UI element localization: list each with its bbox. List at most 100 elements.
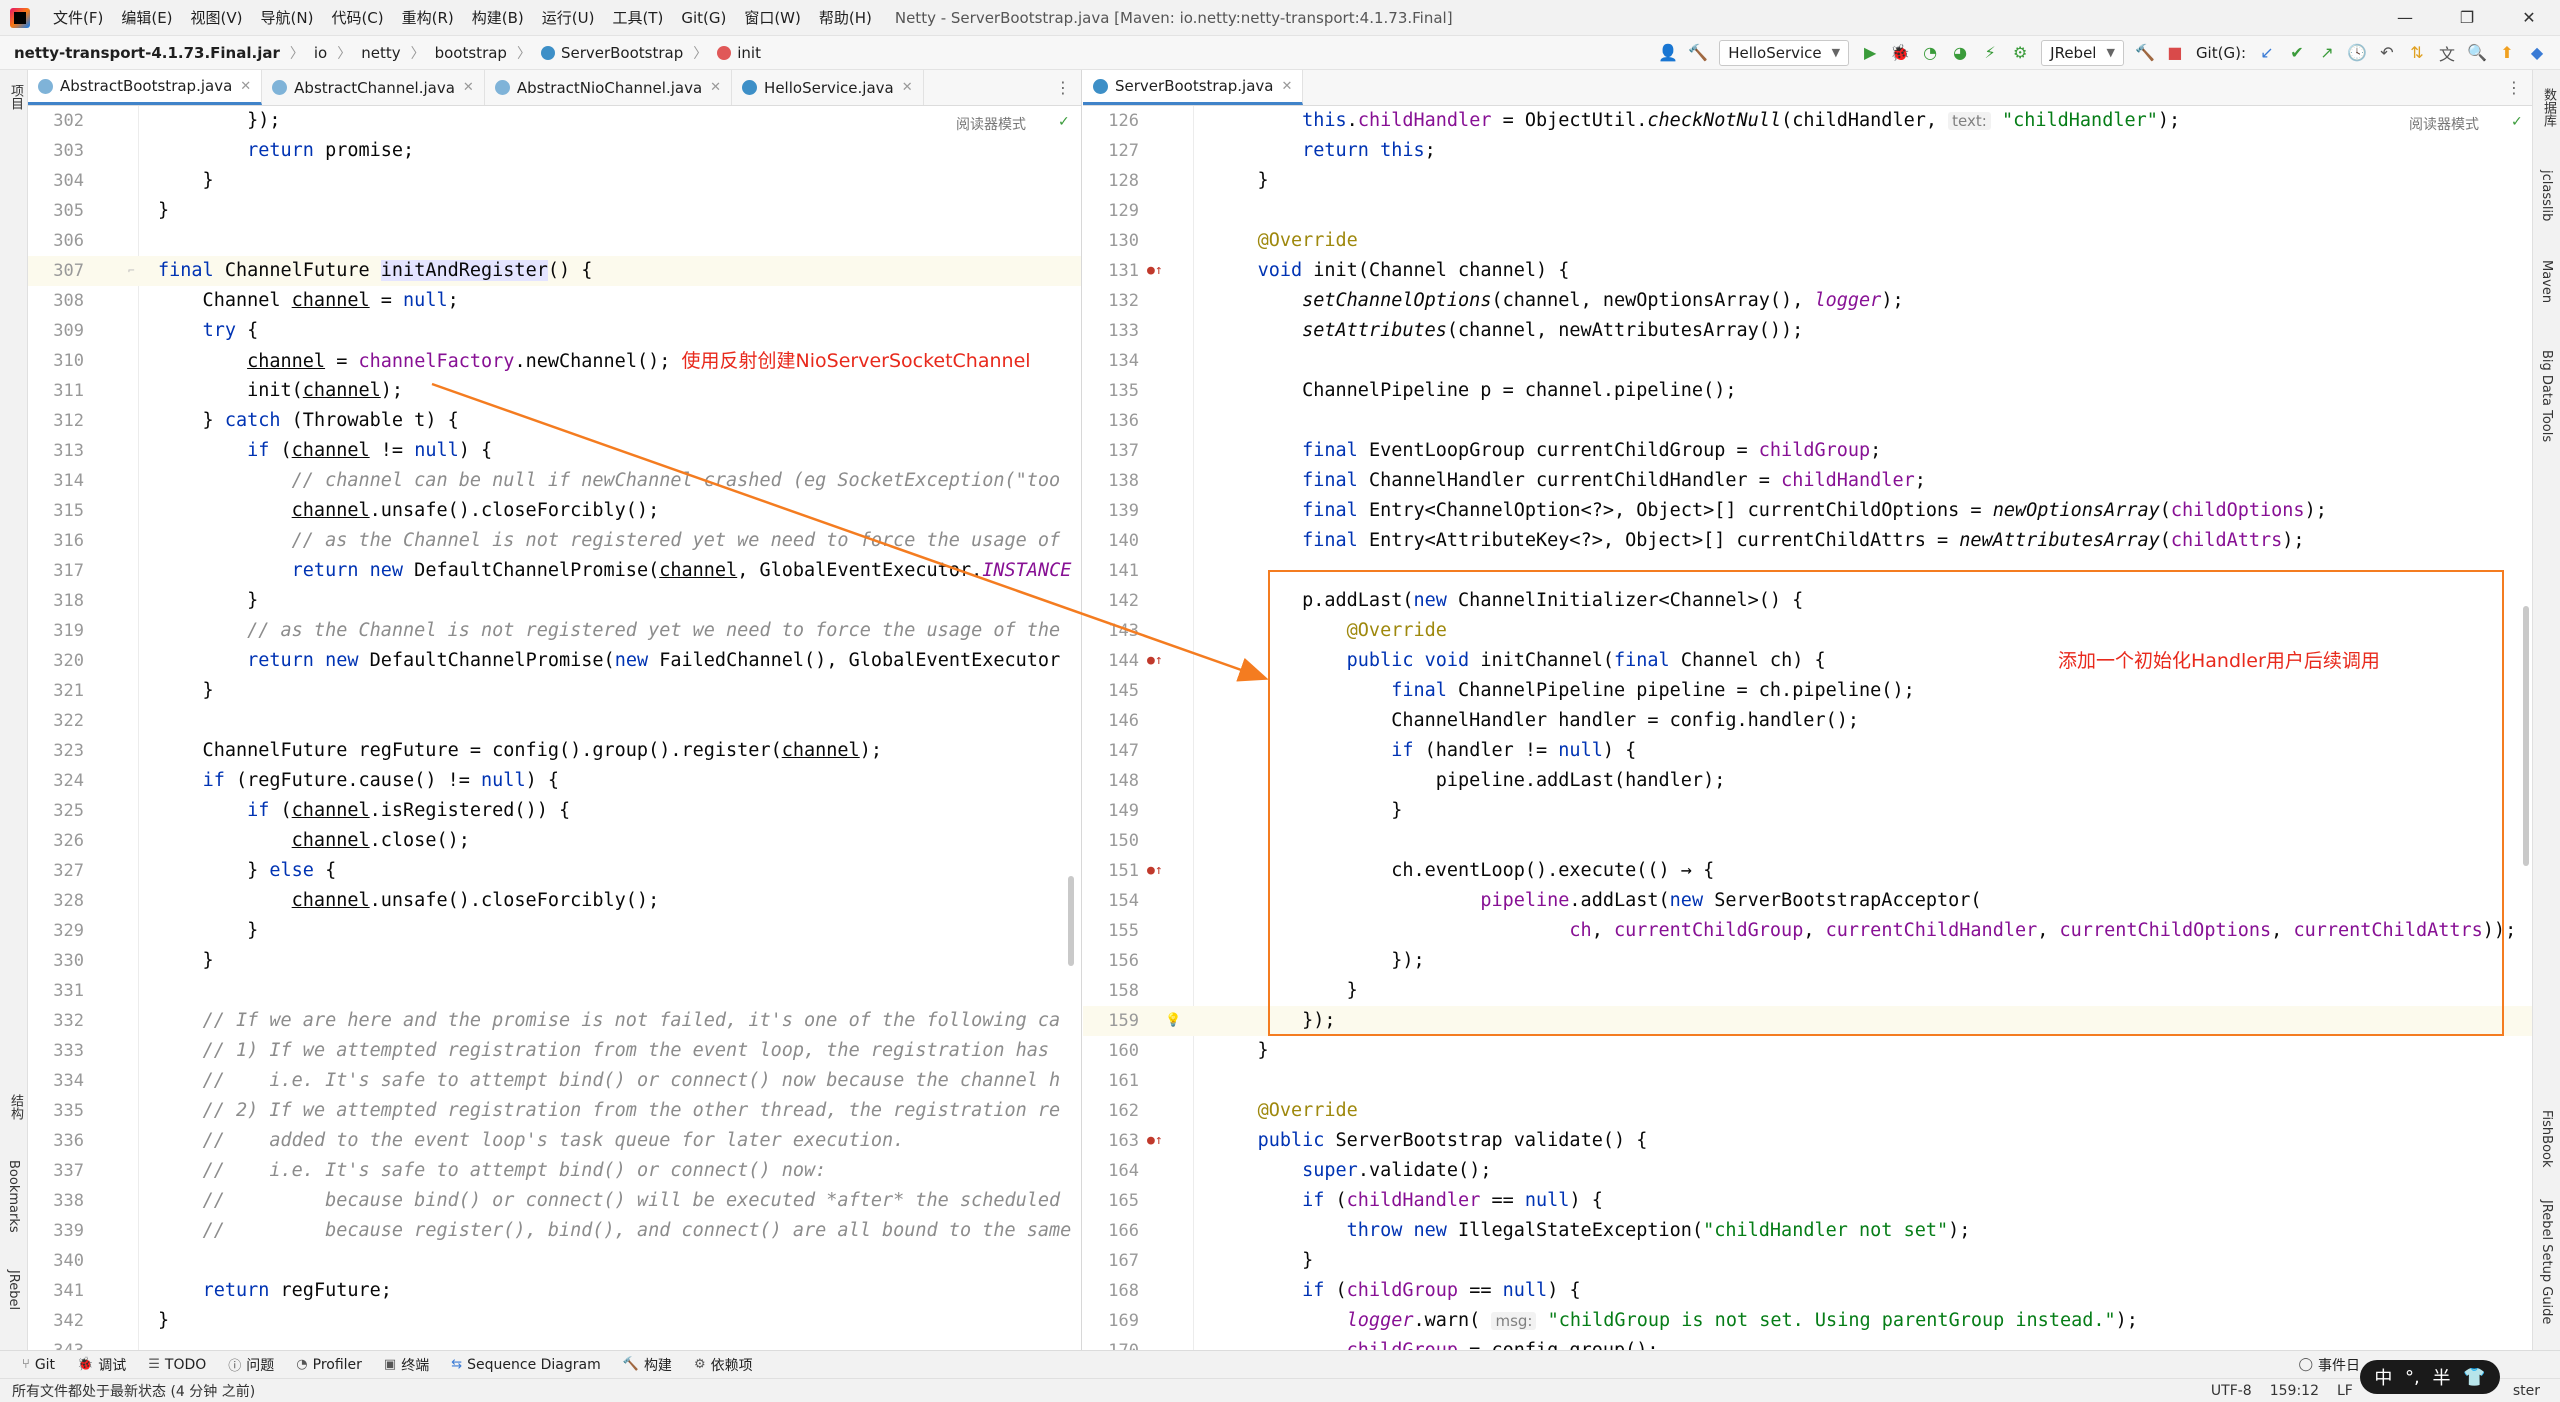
menu-edit[interactable]: 编辑(E) [112,7,181,28]
code-line: 134 [1108,351,1139,371]
right-scrollbar-thumb[interactable] [2523,606,2529,866]
run-config-dropdown[interactable]: HelloService ▼ [1719,39,1850,66]
build-tool-button[interactable]: 🔨 构建 [623,1355,672,1375]
structure-tool-tab[interactable]: 结构 [6,1094,25,1120]
search-icon: ◯ [2298,1357,2313,1372]
breadcrumb-bootstrap[interactable]: bootstrap [435,44,507,62]
more-tabs-icon[interactable]: ⋮ [2506,78,2522,97]
breadcrumb-netty[interactable]: netty [361,44,400,62]
jrebel-run-icon[interactable]: ⚡ [1975,40,2005,66]
line-separator-indicator[interactable]: LF [2337,1383,2353,1399]
restore-button[interactable]: ❐ [2436,0,2498,36]
jclasslib-tool-tab[interactable]: jclasslib [2539,170,2554,221]
git-push-icon[interactable]: ↗ [2312,40,2342,66]
plugin-icon[interactable]: ◆ [2522,40,2552,66]
close-icon[interactable]: ✕ [240,79,251,94]
jrebel-debug-icon[interactable]: ⚙ [2005,40,2035,66]
tab-hello-service[interactable]: HelloService.java ✕ [732,70,924,105]
tab-abstract-nio-channel[interactable]: AbstractNioChannel.java ✕ [485,70,733,105]
code-line: 167 } [1108,1250,1314,1271]
breadcrumb-class[interactable]: ServerBootstrap [540,44,683,62]
menu-view[interactable]: 视图(V) [182,7,252,28]
menu-navigate[interactable]: 导航(N) [252,7,323,28]
search-icon[interactable]: 🔍 [2462,40,2492,66]
code-line: 311 init(channel); [53,380,404,401]
menu-build[interactable]: 构建(B) [463,7,533,28]
history-icon[interactable]: 🕓 [2342,40,2372,66]
breadcrumb-jar[interactable]: netty-transport-4.1.73.Final.jar [14,44,280,62]
override-marker-icon[interactable]: ●↑ [1147,1126,1163,1156]
profiler-tool-button[interactable]: ◔ Profiler [296,1357,362,1373]
git-tool-button[interactable]: ⑂ Git [22,1357,55,1373]
menu-git[interactable]: Git(G) [672,9,735,27]
close-icon[interactable]: ✕ [463,80,474,95]
lightbulb-icon[interactable]: 💡 [1165,1006,1181,1036]
ime-width[interactable]: 半 [2432,1364,2450,1390]
jrebel-setup-guide-tab[interactable]: JRebel Setup Guide [2539,1200,2554,1324]
profile-icon[interactable]: ◕ [1945,40,1975,66]
menu-code[interactable]: 代码(C) [322,7,392,28]
problems-tool-button[interactable]: ⓘ 问题 [228,1355,274,1375]
updates-icon[interactable]: ⬆ [2492,40,2522,66]
jrebel-tool-tab[interactable]: JRebel [6,1270,21,1310]
hammer-disabled-icon[interactable]: 🔨 [2130,40,2160,66]
caret-position[interactable]: 159:12 [2270,1383,2319,1399]
override-marker-icon[interactable]: ●↑ [1147,646,1163,676]
fishbook-tool-tab[interactable]: FishBook [2539,1110,2554,1168]
build-hammer-icon[interactable]: 🔨 [1683,40,1713,66]
stop-icon[interactable]: ■ [2160,40,2190,66]
code-line: 326 channel.close(); [53,830,470,851]
git-commit-icon[interactable]: ✔ [2282,40,2312,66]
tab-label: AbstractBootstrap.java [60,77,233,95]
tab-abstract-bootstrap[interactable]: AbstractBootstrap.java ✕ [28,70,263,105]
vcs-operations-icon[interactable]: ⇅ [2402,40,2432,66]
encoding-indicator[interactable]: UTF-8 [2211,1383,2252,1399]
run-icon[interactable]: ▶ [1855,40,1885,66]
maven-tool-tab[interactable]: Maven [2539,260,2554,303]
tab-server-bootstrap[interactable]: ServerBootstrap.java ✕ [1083,70,1304,105]
database-tool-tab[interactable]: 数据库 [2539,88,2558,127]
close-window-button[interactable]: ✕ [2498,0,2560,36]
minimize-button[interactable]: — [2374,0,2436,36]
close-icon[interactable]: ✕ [902,80,913,95]
close-icon[interactable]: ✕ [1282,79,1293,94]
left-scrollbar-thumb[interactable] [1068,876,1074,966]
menu-refactor[interactable]: 重构(R) [393,7,463,28]
todo-tool-button[interactable]: ☰ TODO [148,1357,206,1373]
breadcrumb-method[interactable]: init [717,44,761,62]
override-marker-icon[interactable]: ●↑ [1147,256,1163,286]
menu-help[interactable]: 帮助(H) [810,7,881,28]
menu-run[interactable]: 运行(U) [533,7,604,28]
debug-tool-button[interactable]: 🐞 调试 [77,1355,126,1375]
override-marker-icon[interactable]: ●↑ [1147,856,1163,886]
bookmarks-tool-tab[interactable]: Bookmarks [6,1160,21,1233]
tab-abstract-channel[interactable]: AbstractChannel.java ✕ [262,70,485,105]
more-tabs-icon[interactable]: ⋮ [1055,78,1071,97]
big-data-tools-tab[interactable]: Big Data Tools [2539,350,2554,442]
menu-file[interactable]: 文件(F) [44,7,112,28]
event-log-button[interactable]: ◯ 事件日 [2298,1355,2360,1375]
code-line: 127 return this; [1108,140,1436,161]
ime-mode[interactable]: 中 [2374,1364,2392,1390]
coverage-icon[interactable]: ◔ [1915,40,1945,66]
project-tool-tab[interactable]: 项目 [6,84,25,110]
rollback-icon[interactable]: ↶ [2372,40,2402,66]
user-icon[interactable]: 👤 [1653,40,1683,66]
jrebel-dropdown[interactable]: JRebel ▼ [2041,39,2124,66]
translate-icon[interactable]: 文 [2432,40,2462,66]
menu-tools[interactable]: 工具(T) [603,7,672,28]
menu-window[interactable]: 窗口(W) [735,7,810,28]
ime-toolbar[interactable]: 中 °, 半 👕 [2360,1360,2500,1394]
code-line: 170 childGroup = config.group(); [1083,1336,2532,1350]
ime-skin-icon[interactable]: 👕 [2463,1367,2485,1388]
git-branch-indicator[interactable]: ster [2513,1383,2540,1399]
breadcrumb-io[interactable]: io [314,44,327,62]
debug-icon[interactable]: 🐞 [1885,40,1915,66]
git-update-icon[interactable]: ↙ [2252,40,2282,66]
sequence-diagram-tool-button[interactable]: ⇆ Sequence Diagram [451,1357,601,1373]
close-icon[interactable]: ✕ [710,80,721,95]
terminal-tool-button[interactable]: ▣ 终端 [384,1355,429,1375]
left-code-area[interactable]: 302 }); 303 return promise; 304 } 305} 3… [28,106,1081,1350]
ime-punct[interactable]: °, [2405,1367,2420,1388]
dependencies-tool-button[interactable]: ⚙ 依赖项 [694,1355,753,1375]
